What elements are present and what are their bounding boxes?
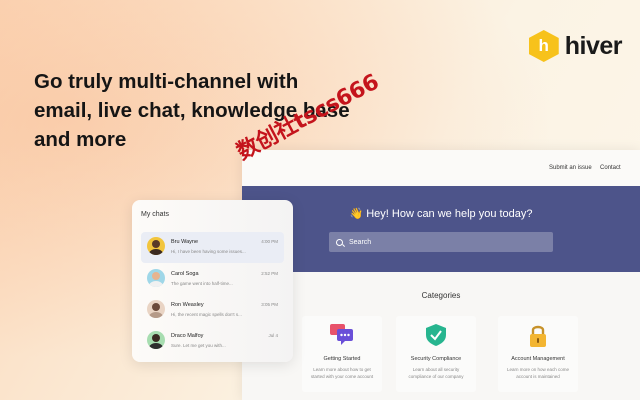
avatar [147,269,165,287]
chat-bubbles-icon [330,324,353,345]
chat-preview: Hi, the recent magic spells don't s... [171,312,242,317]
shield-check-icon [426,324,446,346]
chat-preview: Hi, I have been having some issues... [171,249,246,254]
chat-name: Draco Malfoy [171,333,204,339]
category-account-management[interactable]: Account Management Learn more on how eac… [498,316,578,392]
chat-preview: Sure. Let me get you with... [171,343,226,348]
category-desc: Learn about all security compliance of o… [408,367,464,379]
chat-item[interactable]: Bru Wayne Hi, I have been having some is… [141,232,284,263]
lock-icon [530,325,546,347]
brand-name: hiver [564,31,623,60]
category-title: Security Compliance [410,356,462,362]
my-chats-panel: My chats Bru Wayne Hi, I have been havin… [132,200,293,362]
portal-topbar: Submit an issue Contact [242,150,640,186]
avatar [147,300,165,318]
help-portal: Submit an issue Contact 👋 Hey! How can w… [242,150,640,400]
chat-time: 2:52 PM [261,271,278,276]
chat-item[interactable]: Carol Soga The game went into half-time.… [141,264,284,295]
hiver-hex-icon: h [528,30,559,62]
chats-title: My chats [141,211,170,218]
category-getting-started[interactable]: Getting Started Learn more about how to … [302,316,382,392]
chat-name: Carol Soga [171,271,199,277]
search-icon [336,238,343,246]
category-title: Account Management [511,356,565,362]
avatar [147,331,165,349]
category-security-compliance[interactable]: Security Compliance Learn about all secu… [396,316,476,392]
chat-item[interactable]: Ron Weasley Hi, the recent magic spells … [141,295,284,326]
category-title: Getting Started [323,356,361,362]
submit-issue-link[interactable]: Submit an issue [549,165,592,171]
portal-hero: 👋 Hey! How can we help you today? Search [242,186,640,272]
categories-title: Categories [421,291,461,300]
category-desc: Learn more on how each come account is m… [506,367,570,379]
search-placeholder: Search [349,238,372,246]
chat-time: 4:00 PM [261,239,278,244]
search-input[interactable]: Search [329,232,553,252]
category-desc: Learn more about how to get started with… [310,367,374,379]
contact-link[interactable]: Contact [600,165,621,171]
chat-preview: The game went into half-time... [171,281,233,286]
hiver-logo: h hiver [528,30,623,62]
chat-time: 3:05 PM [261,302,278,307]
hero-title: 👋 Hey! How can we help you today? [349,208,533,220]
chat-item[interactable]: Draco Malfoy Sure. Let me get you with..… [141,326,284,357]
chat-name: Bru Wayne [171,239,199,245]
avatar [147,237,165,255]
chat-name: Ron Weasley [171,302,204,308]
chat-time: Jul 4 [268,333,278,338]
